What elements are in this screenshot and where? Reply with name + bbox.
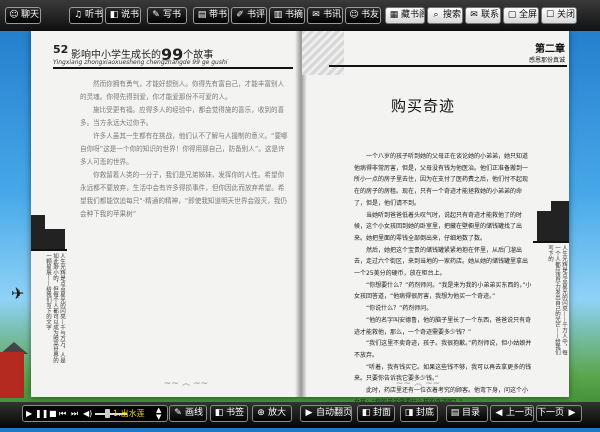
cover-icon: ◧ bbox=[361, 408, 371, 418]
city-silhouette bbox=[45, 229, 65, 249]
cover-icon: ◨ bbox=[404, 408, 414, 418]
book-spine bbox=[295, 31, 307, 397]
volume-icon[interactable]: ◀) bbox=[83, 407, 92, 421]
chat-icon: ☺ bbox=[9, 10, 19, 20]
book-news-button[interactable]: ✉ 书讯 bbox=[307, 7, 343, 24]
house-illustration bbox=[0, 352, 24, 398]
auto-flip-button[interactable]: ▶ 自动翻页 bbox=[300, 405, 352, 422]
close-button[interactable]: ☐ 关闭 bbox=[541, 7, 577, 24]
mail-icon: ✉ bbox=[312, 10, 320, 20]
close-icon: ☐ bbox=[545, 10, 555, 20]
play-icon: ▶ bbox=[305, 408, 313, 418]
paragraph: 然而你拥有勇气，才能好想别人。你得先有富自己，才能丰富别人的灵魂。你得先得到爱，… bbox=[80, 80, 285, 101]
book-excerpt-button[interactable]: ▥ 书摘 bbox=[269, 7, 305, 24]
city-silhouette bbox=[537, 211, 551, 241]
left-page-body: 然而你拥有勇气，才能好想别人。你得先有富自己，才能丰富别人的灵魂。你得先得到爱，… bbox=[80, 78, 288, 221]
city-silhouette bbox=[551, 201, 569, 241]
open-book: 52 影响中小学生成长的99个故事 Yingxiang zhongxiaoxue… bbox=[31, 31, 569, 429]
book-friends-button[interactable]: ☺ 书友 bbox=[345, 7, 381, 24]
next-track-icon[interactable]: ⏭ bbox=[71, 407, 78, 421]
zoom-icon: ⊕ bbox=[257, 408, 265, 418]
paragraph: “你说什么？”药剂师问。 bbox=[366, 305, 433, 313]
fullscreen-icon: ▢ bbox=[507, 10, 517, 20]
arrow-left-icon: ◀ bbox=[495, 408, 503, 418]
friends-icon: ☺ bbox=[349, 10, 359, 20]
collection-button[interactable]: ▦藏书阁 bbox=[385, 7, 425, 24]
read-button[interactable]: ◧ 说书 bbox=[105, 7, 141, 24]
paragraph: “你想要什么？”药剂师问。“我是来为我的小弟弟买东西的，”小女孩回答道，“他病得… bbox=[354, 281, 532, 301]
paragraph: 许多人虽其一生都有在挑战，他们认不了解与人援制的意义。“要哪自你呀”这是一个你的… bbox=[80, 132, 288, 166]
chapter-subtitle: 感恩那份真诚 bbox=[528, 57, 565, 64]
book-title-pinyin: Yingxiang zhongxiaoxuesheng chengzhangde… bbox=[53, 59, 228, 66]
back-cover-button[interactable]: ◨ 封底 bbox=[400, 405, 438, 422]
play-icon[interactable]: ▶ bbox=[26, 407, 32, 421]
fullscreen-button[interactable]: ▢ 全屏 bbox=[503, 7, 539, 24]
music-icon: ♫ bbox=[73, 10, 83, 20]
listen-button[interactable]: ♫ 听书 bbox=[69, 7, 103, 24]
book-icon: ▤ bbox=[197, 10, 207, 20]
paragraph: 当她听到爸爸低着头叹气时，说起只有奇迹才能救他了的时候，这个小女孩回到她的卧室里… bbox=[354, 211, 523, 242]
previous-page-button[interactable]: ◀ 上一页 bbox=[490, 405, 534, 422]
chapter-label: 第二章 bbox=[535, 44, 565, 55]
list-icon: ▤ bbox=[450, 408, 460, 418]
paragraph: “我们这里不卖奇迹，孩子。我很抱歉。”药剂师说，但小姑娘并不放弃。 bbox=[354, 340, 532, 359]
draw-line-button[interactable]: ✎ 画线 bbox=[169, 405, 207, 422]
pause-icon[interactable]: ❚❚ bbox=[35, 407, 48, 421]
stop-icon[interactable]: ■ bbox=[49, 407, 57, 421]
zoom-in-button[interactable]: ⊕ 放大 bbox=[252, 405, 292, 422]
library-icon: ▦ bbox=[389, 10, 399, 20]
pen-icon: ✎ bbox=[152, 10, 160, 20]
bookmark-icon: ◧ bbox=[214, 408, 224, 418]
header-rule bbox=[53, 67, 293, 69]
chat-button[interactable]: ☺ 聊天 bbox=[5, 7, 41, 24]
bookmark-button[interactable]: ◧ 书签 bbox=[210, 405, 248, 422]
front-cover-button[interactable]: ◧ 封面 bbox=[357, 405, 395, 422]
track-name: 1.出水莲 bbox=[113, 409, 145, 418]
right-vertical-quote: 人生光辉是点点星光的闪亮——千万人中，每一个人都应该尽力发出自己的光芒——给我们… bbox=[547, 245, 567, 355]
book-icon: ◧ bbox=[109, 10, 119, 20]
eagle-icon: ✈ bbox=[11, 284, 25, 303]
city-silhouette bbox=[31, 215, 45, 249]
side-rule bbox=[533, 241, 569, 243]
pen-icon: ✎ bbox=[174, 408, 182, 418]
page-number: 52 bbox=[53, 43, 69, 56]
volume-slider-knob[interactable] bbox=[105, 409, 110, 418]
music-player: ▶ ❚❚ ■ ⏮ ⏭ ◀) 1.出水莲 ▲ ▼ bbox=[22, 405, 168, 422]
page-corner-decoration bbox=[302, 31, 344, 75]
chapter-header: 第二章 感恩那份真诚 bbox=[510, 40, 565, 64]
paragraph: 然后，她把这个宝贵的储钱罐紧紧地抱在怀里，从后门溜出去，走过六个街区，来到当地的… bbox=[354, 246, 529, 278]
next-page-button[interactable]: 下一页 ▶ bbox=[536, 405, 582, 422]
left-page-header: 52 影响中小学生成长的99个故事 bbox=[53, 43, 253, 64]
paragraph: 一个八岁的孩子听到她的父母正在谈论她的小弟弟，她只知道他病得非常厉害，但是，父母… bbox=[354, 153, 529, 207]
track-scroll-icon[interactable]: ▲ ▼ bbox=[156, 407, 161, 421]
left-vertical-quote: 人生光辉是点点星光的闪亮—千与万万，人是如此渺小的，但每个人都可以成为照亮世界的… bbox=[45, 253, 65, 363]
book-review-button[interactable]: ✐ 书评 bbox=[231, 7, 267, 24]
bring-book-button[interactable]: ▤ 带书 bbox=[193, 7, 229, 24]
write-button[interactable]: ✎ 写书 bbox=[147, 7, 187, 24]
search-icon: ⌕ bbox=[433, 10, 439, 20]
page-ornament: ~~ ෴ ~~ bbox=[163, 379, 209, 389]
side-rule bbox=[31, 249, 67, 251]
search-button[interactable]: ⌕ 搜索 bbox=[427, 7, 463, 24]
prev-track-icon[interactable]: ⏮ bbox=[59, 407, 66, 421]
edit-icon: ✐ bbox=[236, 10, 244, 20]
page-ornament: ~~ ෴ ~~ bbox=[395, 379, 441, 389]
paragraph: “他的名字叫安德鲁，他的脑子里长了一个东西，爸爸说只有奇迹才能救他，那么，一个奇… bbox=[354, 316, 532, 336]
story-title: 购买奇迹 bbox=[390, 97, 455, 115]
right-page-body: 一个八岁的孩子听到她的父母正在谈论她的小弟弟，她只知道他病得非常厉害，但是，父母… bbox=[354, 151, 532, 432]
arrow-right-icon: ▶ bbox=[568, 408, 576, 418]
table-of-contents-button[interactable]: ▤ 目录 bbox=[446, 405, 488, 422]
mail-icon: ✉ bbox=[470, 10, 478, 20]
contact-button[interactable]: ✉ 联系 bbox=[465, 7, 501, 24]
excerpt-icon: ▥ bbox=[273, 10, 283, 20]
paragraph: 你救留着人类的一分子，我们是兄弟姊妹，发挥你的人性。希望你永远都不要放弃，生活中… bbox=[80, 171, 288, 218]
paragraph: 施比受更有福。应得多人的经验中，都会觉得施的喜乐，收到的喜多。当方永远大过你予。 bbox=[80, 106, 285, 127]
header-rule bbox=[329, 65, 567, 67]
